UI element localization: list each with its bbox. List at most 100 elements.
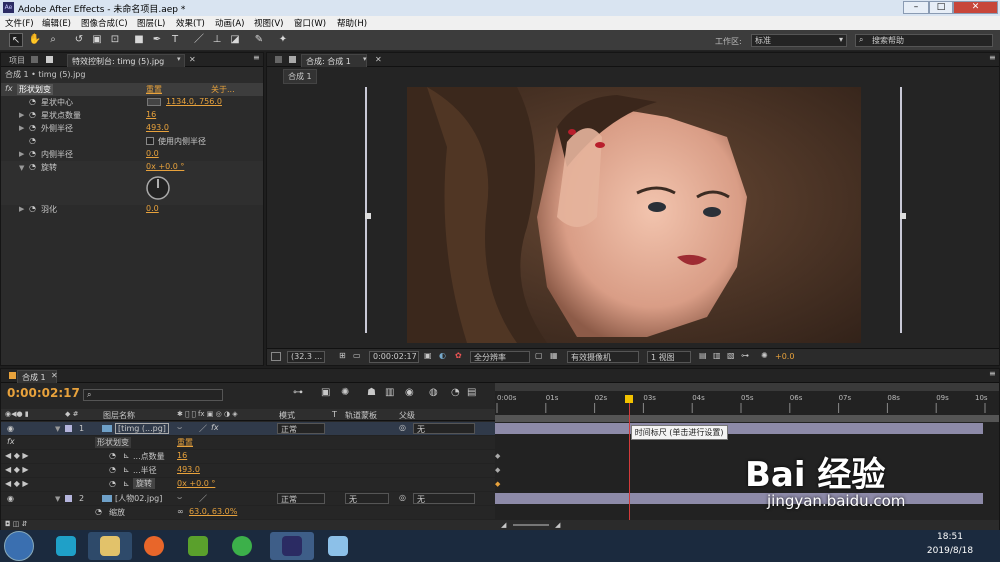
blend-mode-dropdown[interactable]: 正常: [277, 493, 325, 504]
fx-icon[interactable]: fx: [7, 437, 15, 446]
layer-handle[interactable]: [365, 213, 371, 219]
photo-app-icon[interactable]: [316, 532, 360, 560]
prop-value[interactable]: 1134.0, 756.0: [166, 97, 222, 106]
shy-icon[interactable]: ⌣: [177, 493, 182, 503]
after-effects-taskbar-icon[interactable]: [270, 532, 314, 560]
effect-name[interactable]: 形状划变: [17, 84, 53, 95]
prop-value[interactable]: 0x +0.0 °: [146, 162, 184, 171]
auto-keyframe-icon[interactable]: ◔: [451, 387, 460, 398]
toggle-pixel-icon[interactable]: ▤: [699, 351, 707, 360]
stopwatch-icon[interactable]: ◔: [29, 97, 36, 106]
header-trkmat[interactable]: 轨道蒙板: [345, 410, 377, 421]
pickwhip-icon[interactable]: ◎: [399, 493, 406, 502]
menu-composition[interactable]: 图像合成(C): [81, 17, 128, 29]
clock-date[interactable]: 2019/8/18: [905, 546, 995, 556]
panel-menu-icon[interactable]: ≡: [253, 53, 260, 62]
clock-time[interactable]: 18:51: [905, 532, 995, 542]
prop-row[interactable]: ◀ ◆ ▶ ◔ ⊾ ...半径 493.0: [1, 464, 495, 478]
collapse-triangle-icon[interactable]: ▼: [55, 495, 60, 503]
prop-value[interactable]: 0.0: [146, 204, 159, 213]
zoom-tool-icon[interactable]: ⌕: [46, 33, 60, 47]
expand-triangle-icon[interactable]: ▶: [19, 111, 24, 119]
camera-dropdown[interactable]: 有效摄像机: [567, 351, 639, 363]
about-link[interactable]: 关于...: [211, 84, 235, 95]
brainstorm-icon[interactable]: ◍: [429, 387, 438, 398]
frame-blending-icon[interactable]: ▥: [385, 387, 394, 398]
label-color-icon[interactable]: [65, 495, 72, 502]
rotate-tool-icon[interactable]: ↺: [72, 33, 86, 47]
collapse-triangle-icon[interactable]: ▼: [19, 164, 24, 172]
tab-effect-controls[interactable]: 特效控制台: timg (5).jpg: [67, 54, 185, 67]
chevron-down-icon[interactable]: ▾: [363, 55, 367, 63]
keyframe-icon[interactable]: ◆: [495, 480, 500, 488]
expand-triangle-icon[interactable]: ▶: [19, 150, 24, 158]
snapshot-icon[interactable]: ▣: [424, 351, 432, 360]
layer-handle[interactable]: [900, 213, 906, 219]
rotation-dial[interactable]: [145, 175, 171, 201]
header-parent[interactable]: 父级: [399, 410, 415, 421]
quality-icon[interactable]: ／: [199, 493, 207, 504]
stopwatch-icon[interactable]: ◔: [95, 507, 102, 516]
text-tool-icon[interactable]: T: [168, 33, 182, 47]
blend-mode-dropdown[interactable]: 正常: [277, 423, 325, 434]
show-snapshot-icon[interactable]: ◐: [439, 351, 446, 360]
hand-tool-icon[interactable]: ✋: [28, 33, 42, 47]
constrain-link-icon[interactable]: ∞: [177, 507, 184, 516]
collapse-triangle-icon[interactable]: ▼: [55, 425, 60, 433]
close-tab-icon[interactable]: ✕: [375, 55, 382, 64]
keyframe-icon[interactable]: ◆: [495, 466, 500, 474]
selection-tool-icon[interactable]: ↖: [9, 33, 23, 47]
prop-value[interactable]: 0.0: [146, 149, 159, 158]
zoom-dropdown[interactable]: (32.3 ...: [287, 351, 325, 363]
stopwatch-icon[interactable]: ◔: [29, 123, 36, 132]
tab-project[interactable]: 项目: [5, 54, 29, 67]
expand-triangle-icon[interactable]: ▶: [19, 205, 24, 213]
live-update-icon[interactable]: ▣: [321, 387, 330, 398]
effect-name[interactable]: 形状划变: [95, 437, 131, 448]
quality-icon[interactable]: ／: [199, 423, 207, 434]
eye-icon[interactable]: ◉: [7, 494, 14, 503]
chevron-down-icon[interactable]: ▾: [177, 55, 181, 63]
roi-icon[interactable]: ▢: [535, 351, 543, 360]
roto-brush-tool-icon[interactable]: ✎: [252, 33, 266, 47]
close-tab-icon[interactable]: ✕: [189, 55, 196, 64]
menu-file[interactable]: 文件(F): [5, 17, 34, 29]
views-dropdown[interactable]: 1 视图: [647, 351, 691, 363]
stopwatch-icon[interactable]: ◔: [109, 479, 116, 488]
menu-layer[interactable]: 图层(L): [137, 17, 165, 29]
zoom-out-icon[interactable]: ◢: [501, 521, 506, 529]
keyframe-nav-icon[interactable]: ◀ ◆ ▶: [5, 465, 29, 474]
header-layer-name[interactable]: 图层名称: [103, 410, 135, 421]
graph-editor-icon[interactable]: ▤: [467, 387, 476, 398]
layer-name[interactable]: [人物02.jpg]: [115, 493, 162, 504]
hide-shy-icon[interactable]: ☗: [367, 387, 376, 398]
brush-tool-icon[interactable]: ／: [192, 33, 206, 47]
header-mode[interactable]: 模式: [279, 410, 295, 421]
draft-3d-icon[interactable]: ✺: [341, 387, 349, 398]
menu-view[interactable]: 视图(V): [254, 17, 283, 29]
prop-value[interactable]: 16: [146, 110, 156, 119]
fast-preview-icon[interactable]: ▥: [713, 351, 721, 360]
lock-icon[interactable]: [275, 56, 282, 63]
shy-icon[interactable]: ⌣: [177, 423, 182, 433]
explorer-icon[interactable]: [88, 532, 132, 560]
reset-link[interactable]: 重置: [146, 84, 162, 95]
menu-window[interactable]: 窗口(W): [294, 17, 326, 29]
flowchart-icon[interactable]: ⊶: [741, 351, 749, 360]
comp-mini-flowchart-icon[interactable]: ⊶: [293, 387, 303, 398]
stopwatch-icon[interactable]: ◔: [29, 149, 36, 158]
panel-menu-icon[interactable]: ≡: [989, 53, 996, 62]
playhead-handle[interactable]: [624, 395, 633, 403]
keyframe-icon[interactable]: ◆: [495, 452, 500, 460]
playhead-line[interactable]: [628, 397, 630, 520]
fx-icon[interactable]: fx: [5, 84, 13, 93]
stopwatch-icon[interactable]: ◔: [109, 451, 116, 460]
stopwatch-icon[interactable]: ◔: [29, 162, 36, 171]
menu-help[interactable]: 帮助(H): [337, 17, 367, 29]
zoom-in-icon[interactable]: ◢: [555, 521, 560, 529]
effect-header-row[interactable]: fx 形状划变 重置 关于...: [1, 83, 263, 96]
label-color-icon[interactable]: [65, 425, 72, 432]
close-button[interactable]: ✕: [953, 1, 998, 14]
camera-tool-icon[interactable]: ▣: [90, 33, 104, 47]
fx-icon[interactable]: fx: [211, 423, 219, 432]
